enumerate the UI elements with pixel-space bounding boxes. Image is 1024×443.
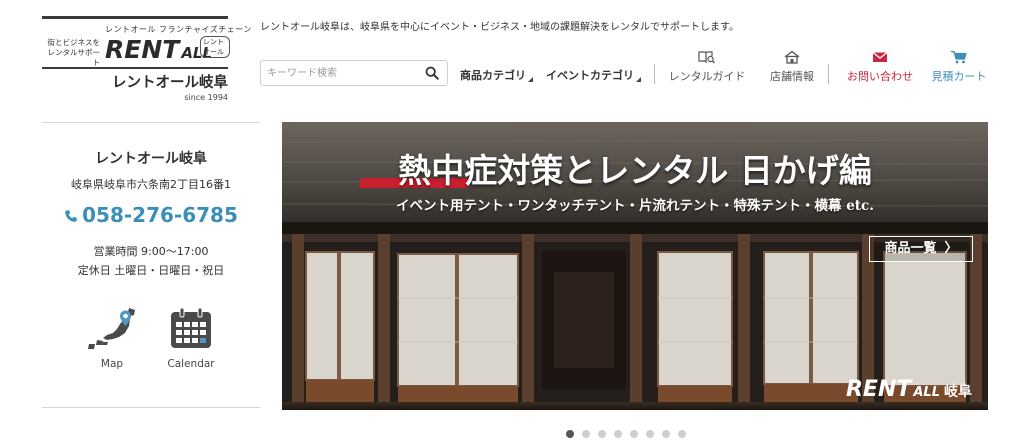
nav-product-category[interactable]: 商品カテゴリ bbox=[460, 67, 533, 83]
map-button-label: Map bbox=[100, 358, 124, 370]
calendar-icon bbox=[171, 307, 211, 348]
logo-brand: RENT ALL bbox=[105, 35, 212, 64]
house-icon bbox=[784, 50, 800, 64]
carousel-dot[interactable] bbox=[566, 430, 574, 438]
nav-event-category[interactable]: イベントカテゴリ bbox=[546, 67, 641, 83]
japan-map-icon bbox=[88, 308, 135, 349]
carousel-dot[interactable] bbox=[614, 430, 622, 438]
chevron-right-icon: 〉 bbox=[944, 241, 958, 256]
nav-rental-guide[interactable]: レンタルガイド bbox=[666, 50, 748, 84]
search-input[interactable] bbox=[267, 65, 417, 82]
product-list-button-label: 商品一覧 bbox=[884, 241, 937, 256]
hero-logo-watermark: RENT ALL 岐阜 bbox=[846, 377, 972, 402]
logo-left-copy-line1: 街とビジネスを bbox=[47, 38, 101, 47]
calendar-button[interactable]: Calendar bbox=[161, 306, 221, 370]
sidebar-phone[interactable]: 058-276-6785 bbox=[42, 203, 260, 227]
dropdown-triangle-icon bbox=[636, 77, 641, 82]
carousel-dot[interactable] bbox=[662, 430, 670, 438]
nav-event-category-label: イベントカテゴリ bbox=[546, 69, 634, 82]
nav-rental-guide-label: レンタルガイド bbox=[668, 70, 746, 83]
book-search-icon bbox=[698, 51, 715, 64]
carousel-dot[interactable] bbox=[598, 430, 606, 438]
sidebar-closed-days: 定休日 土曜日・日曜日・祝日 bbox=[77, 264, 225, 277]
product-list-button[interactable]: 商品一覧〉 bbox=[869, 236, 973, 262]
phone-icon bbox=[65, 210, 77, 222]
dropdown-triangle-icon bbox=[528, 77, 533, 82]
header-intro-text: レントオール岐阜は、岐阜県を中心にイベント・ビジネス・地域の課題解決をレンタルで… bbox=[260, 22, 739, 33]
search-box bbox=[260, 60, 448, 86]
hero-title: 熱中症対策とレンタル 日かげ編 bbox=[398, 151, 872, 190]
nav-contact-label: お問い合わせ bbox=[847, 70, 913, 83]
mail-icon bbox=[872, 51, 888, 62]
logo-badge: レントオール bbox=[200, 36, 230, 58]
carousel-dot[interactable] bbox=[630, 430, 638, 438]
nav-divider bbox=[654, 64, 655, 84]
calendar-button-label: Calendar bbox=[167, 358, 215, 370]
hero-subtitle: イベント用テント・ワンタッチテント・片流れテント・特殊テント・横幕 etc. bbox=[396, 198, 874, 214]
sidebar-address: 岐阜県岐阜市六条南2丁目16番1 bbox=[71, 178, 231, 191]
carousel-dot[interactable] bbox=[678, 430, 686, 438]
cart-icon bbox=[951, 50, 967, 64]
nav-quote-cart[interactable]: 見積カート bbox=[926, 50, 992, 84]
nav-contact[interactable]: お問い合わせ bbox=[842, 50, 918, 84]
logo-left-copy: 街とビジネスを レンタルサポート bbox=[42, 38, 101, 68]
sidebar-divider-bottom bbox=[42, 407, 260, 408]
logo-tagline: レントオール フランチャイズチェーン bbox=[105, 25, 252, 34]
sidebar-divider-top bbox=[42, 122, 260, 123]
logo-since: since 1994 bbox=[184, 93, 228, 102]
logo-store-name: レントオール岐阜 bbox=[112, 75, 228, 91]
site-logo[interactable]: レントオール フランチャイズチェーン 街とビジネスを レンタルサポート RENT… bbox=[42, 16, 251, 104]
sidebar-phone-number: 058-276-6785 bbox=[82, 203, 238, 227]
search-icon[interactable] bbox=[425, 66, 439, 80]
watermark-rent: RENT bbox=[845, 377, 912, 402]
carousel-dot[interactable] bbox=[582, 430, 590, 438]
logo-brand-rent: RENT bbox=[105, 35, 180, 64]
nav-store-info[interactable]: 店舗情報 bbox=[766, 50, 818, 84]
nav-store-info-label: 店舗情報 bbox=[770, 70, 814, 83]
hero-banner[interactable]: 熱中症対策とレンタル 日かげ編 イベント用テント・ワンタッチテント・片流れテント… bbox=[282, 122, 988, 410]
logo-rule-top bbox=[42, 16, 228, 19]
watermark-place: 岐阜 bbox=[944, 384, 972, 400]
logo-left-copy-line2: レンタルサポート bbox=[47, 48, 101, 67]
map-button[interactable]: Map bbox=[82, 306, 142, 370]
nav-quote-cart-label: 見積カート bbox=[931, 70, 987, 83]
carousel-dot[interactable] bbox=[646, 430, 654, 438]
nav-product-category-label: 商品カテゴリ bbox=[460, 69, 526, 82]
logo-rule-mid bbox=[42, 67, 228, 69]
carousel-pagination bbox=[566, 430, 686, 438]
watermark-all: ALL bbox=[913, 385, 940, 400]
sidebar-store-name: レントオール岐阜 bbox=[95, 151, 207, 167]
sidebar-hours: 営業時間 9:00〜17:00 bbox=[93, 245, 209, 258]
nav-divider bbox=[828, 64, 829, 84]
